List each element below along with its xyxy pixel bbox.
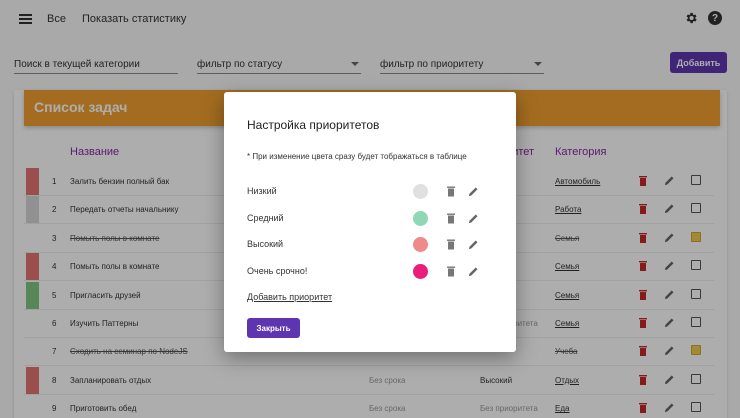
trash-icon[interactable]	[447, 186, 455, 197]
priority-color-swatch[interactable]	[413, 264, 428, 280]
priority-name: Очень срочно!	[247, 266, 308, 277]
priority-item: Очень срочно!	[247, 264, 492, 280]
edit-icon[interactable]	[468, 239, 479, 250]
priority-name: Высокий	[247, 239, 284, 250]
priority-settings-dialog: Настройка приоритетов * При изменение цв…	[224, 92, 516, 352]
trash-icon[interactable]	[447, 266, 455, 277]
trash-icon[interactable]	[447, 239, 455, 250]
priority-color-swatch[interactable]	[413, 210, 428, 226]
dialog-note: * При изменение цвета сразу будет тображ…	[247, 152, 467, 161]
add-priority-link[interactable]: Добавить приоритет	[247, 292, 332, 302]
priority-name: Средний	[247, 212, 284, 223]
priority-color-swatch[interactable]	[413, 184, 428, 199]
priority-item: Высокий	[247, 237, 492, 253]
edit-icon[interactable]	[468, 213, 479, 224]
close-button[interactable]: Закрыть	[247, 318, 300, 338]
priority-name: Низкий	[247, 186, 277, 196]
priority-item: Средний	[247, 210, 492, 227]
dialog-title: Настройка приоритетов	[247, 118, 380, 132]
edit-icon[interactable]	[468, 266, 479, 277]
trash-icon[interactable]	[447, 213, 455, 224]
priority-item: Низкий	[247, 184, 492, 200]
priority-color-swatch[interactable]	[413, 237, 428, 253]
edit-icon[interactable]	[468, 186, 479, 197]
